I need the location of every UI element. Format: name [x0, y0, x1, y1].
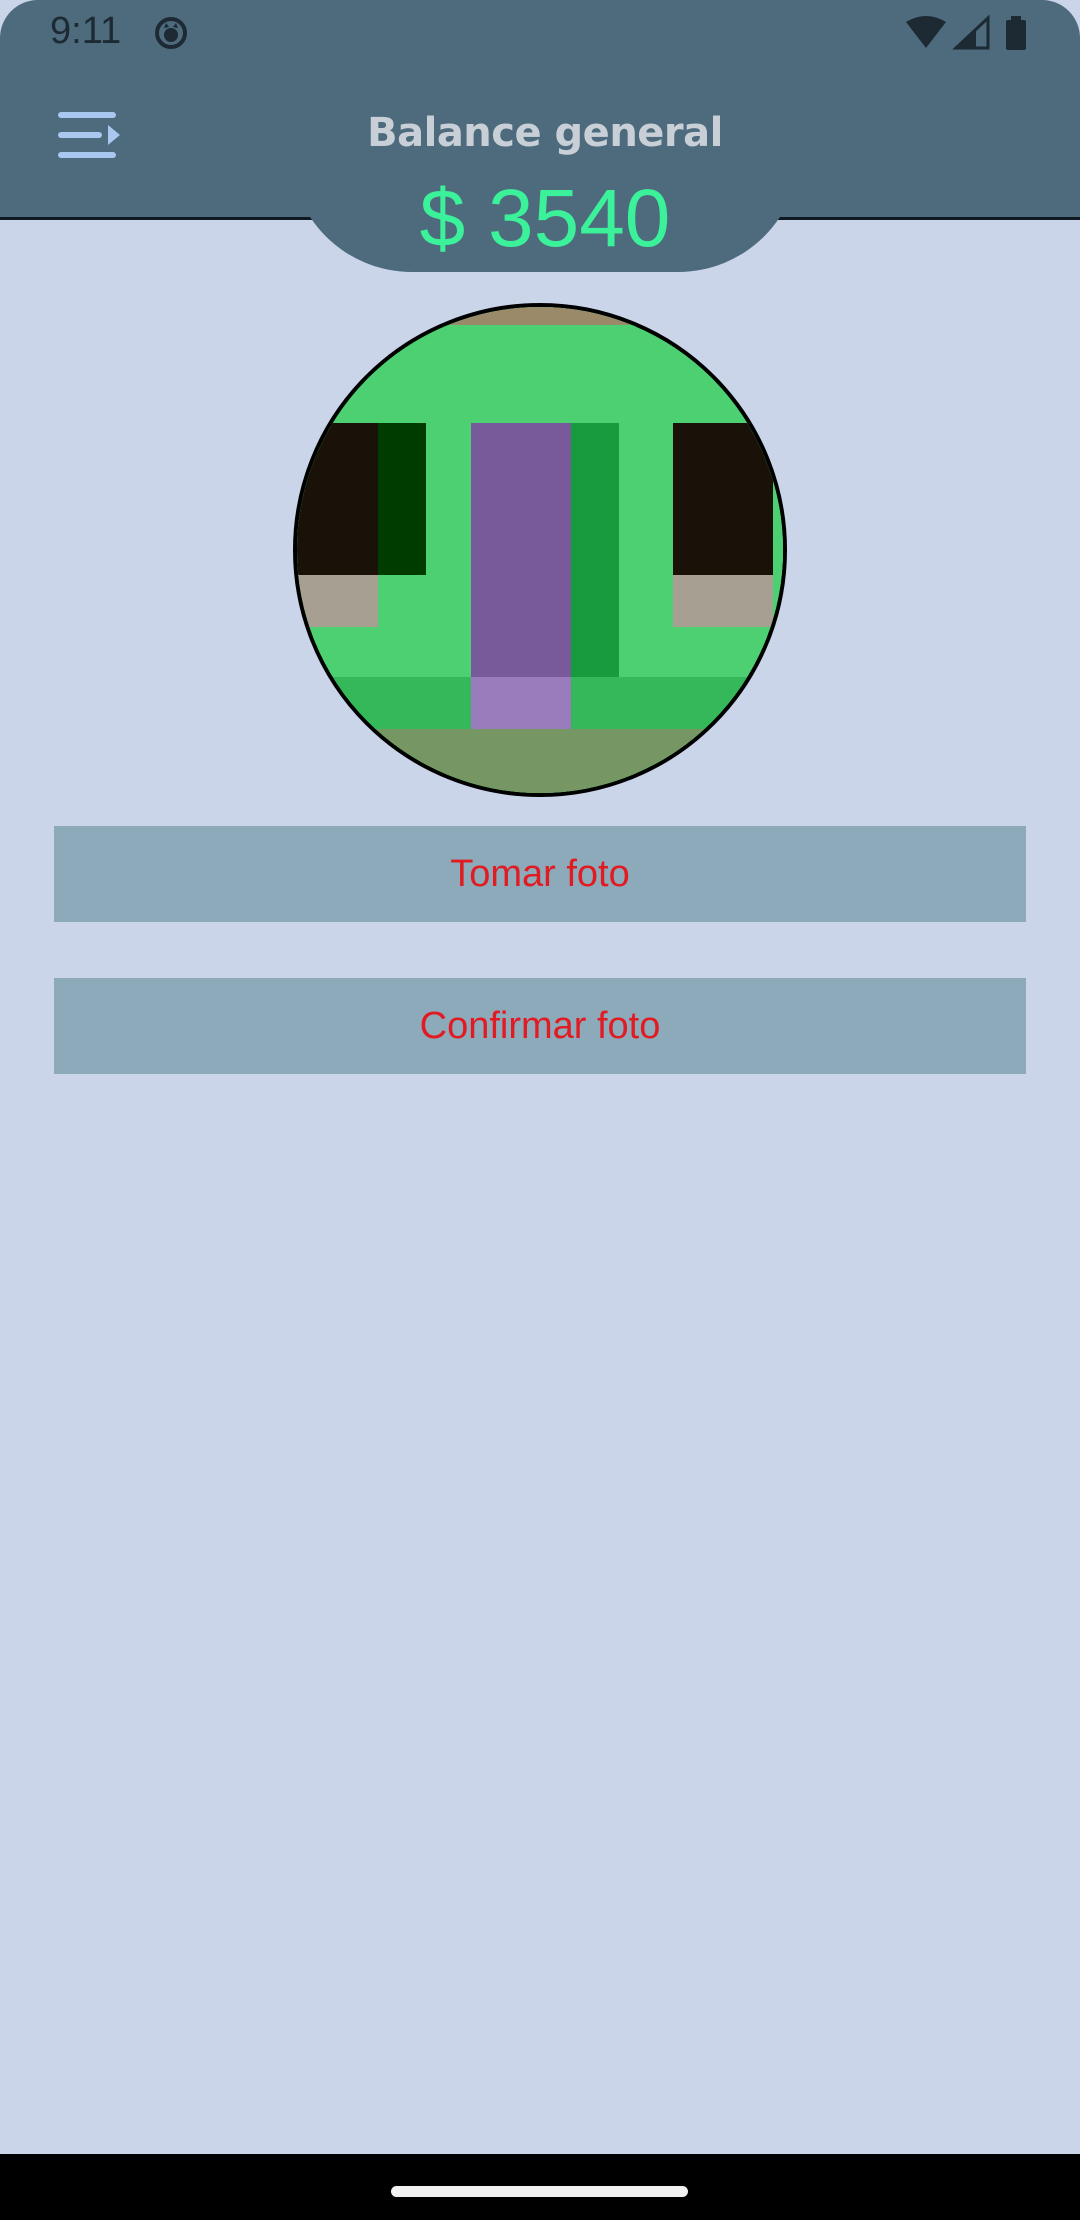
wifi-icon — [906, 16, 946, 48]
home-gesture-handle[interactable] — [391, 2186, 688, 2197]
balance-amount: $ 3540 — [419, 173, 671, 264]
status-time: 9:11 — [50, 10, 122, 52]
take-photo-button[interactable]: Tomar foto — [54, 826, 1026, 922]
app-notification-icon — [154, 16, 188, 50]
profile-photo[interactable] — [293, 303, 787, 797]
signal-icon — [952, 14, 990, 50]
confirm-photo-button[interactable]: Confirmar foto — [54, 978, 1026, 1074]
battery-icon — [1006, 16, 1026, 50]
balance-title: Balance general — [367, 110, 723, 156]
app-screen: 9:11 Balance general $ 3540 Tomar foto C… — [0, 0, 1080, 2220]
status-bar: 9:11 — [0, 0, 1080, 66]
photo-image — [297, 307, 783, 793]
status-icons — [902, 14, 1042, 54]
